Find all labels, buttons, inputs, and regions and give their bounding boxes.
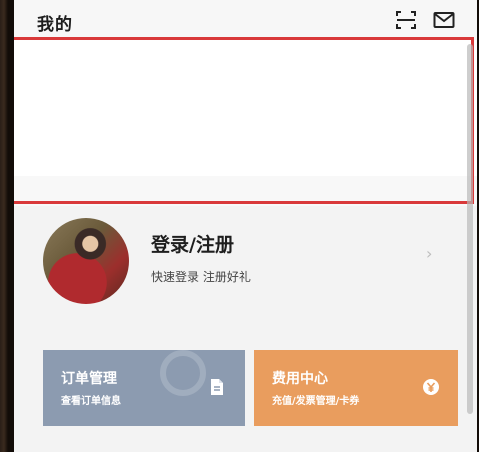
loading-spinner [160, 350, 206, 396]
login-register-row[interactable]: 登录/注册 快速登录 注册好礼 › [14, 206, 477, 316]
avatar[interactable] [43, 218, 129, 304]
fee-center-subtitle: 充值/发票管理/卡券 [272, 396, 360, 407]
order-management-subtitle: 查看订单信息 [61, 396, 121, 407]
device-frame: 我的 登录/注册 快速登录 注册好礼 › 订单管理 查看订单信息 费用中心 充值… [0, 0, 479, 452]
page-title: 我的 [37, 15, 73, 35]
document-icon [209, 378, 225, 396]
mail-icon[interactable] [433, 10, 455, 30]
login-register-subtitle: 快速登录 注册好礼 [151, 270, 251, 284]
top-bar: 我的 [14, 0, 477, 40]
order-management-card[interactable]: 订单管理 查看订单信息 [43, 350, 245, 426]
yen-coin-icon [422, 378, 439, 396]
scrollbar[interactable] [467, 44, 473, 414]
app-screen: 我的 登录/注册 快速登录 注册好礼 › 订单管理 查看订单信息 费用中心 充值… [14, 0, 477, 452]
fee-center-title: 费用中心 [272, 371, 328, 387]
highlight-frame [14, 37, 474, 204]
login-register-title[interactable]: 登录/注册 [151, 230, 234, 257]
scan-icon[interactable] [395, 10, 417, 30]
fee-center-card[interactable]: 费用中心 充值/发票管理/卡券 [254, 350, 458, 426]
chevron-right-icon[interactable]: › [426, 244, 432, 263]
